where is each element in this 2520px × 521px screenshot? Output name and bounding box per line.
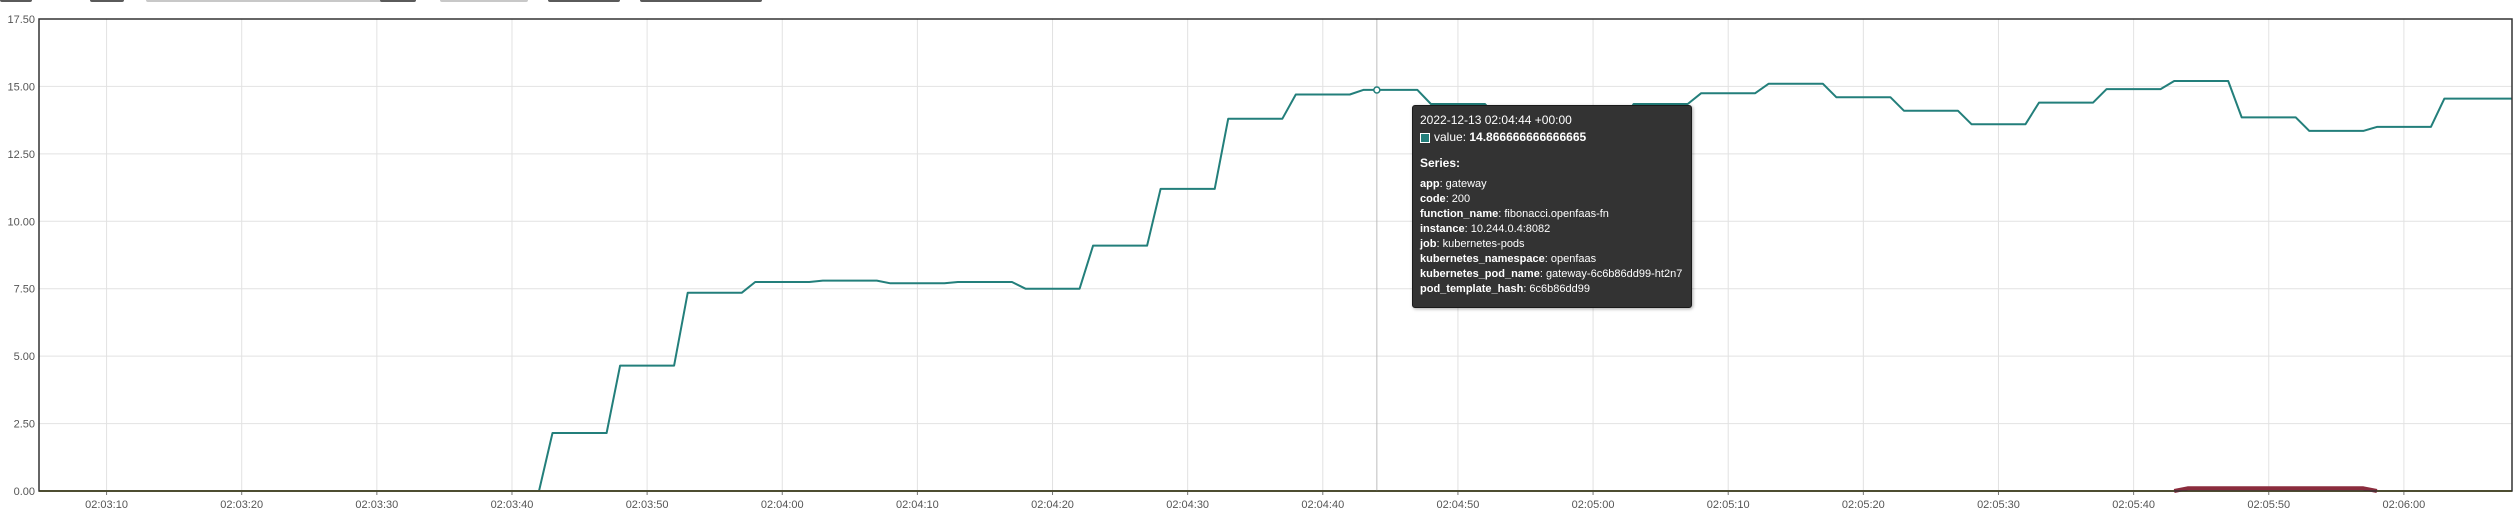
- tooltip-label-pod-template-hash: pod_template_hash: 6c6b86dd99: [1420, 282, 1684, 297]
- x-tick-label: 02:03:20: [220, 499, 263, 511]
- tooltip-label-kubernetes-pod-name: kubernetes_pod_name: gateway-6c6b86dd99-…: [1420, 267, 1684, 282]
- tooltip-label-value: : gateway: [1439, 178, 1487, 190]
- tooltip-label-app: app: gateway: [1420, 177, 1684, 192]
- x-tick-label: 02:03:30: [355, 499, 398, 511]
- tooltip-label-key: pod_template_hash: [1420, 283, 1524, 295]
- tooltip-label-key: job: [1420, 238, 1437, 250]
- x-tick-label: 02:06:00: [2382, 499, 2425, 511]
- tooltip-label-value: : kubernetes-pods: [1436, 238, 1525, 250]
- series-lines: [39, 80, 2512, 493]
- y-tick-label: 12.50: [7, 149, 35, 161]
- x-tick-label: 02:05:40: [2112, 499, 2155, 511]
- x-tick-label: 02:04:50: [1437, 499, 1480, 511]
- y-tick-label: 10.00: [7, 216, 35, 228]
- tooltip-label-job: job: kubernetes-pods: [1420, 237, 1684, 252]
- x-tick-label: 02:05:30: [1977, 499, 2020, 511]
- x-tick-label: 02:03:50: [626, 499, 669, 511]
- tooltip-label-value: : fibonacci.openfaas-fn: [1498, 208, 1609, 220]
- tooltip-label-value: : openfaas: [1544, 253, 1597, 265]
- graph-area[interactable]: 0.00 2.50 5.00 7.50 10.00 12.50 15.00 17.50 02:…: [0, 0, 2520, 521]
- tooltip-label-key: app: [1420, 178, 1440, 190]
- x-tick-label: 02:03:10: [85, 499, 128, 511]
- x-tick-label: 02:04:10: [896, 499, 939, 511]
- tooltip-series-title: Series:: [1420, 156, 1461, 170]
- series-color-swatch: [1420, 132, 1430, 143]
- tooltip-label-key: kubernetes_namespace: [1420, 253, 1545, 265]
- y-tick-label: 15.00: [7, 81, 35, 93]
- y-tick-label: 0.00: [14, 486, 35, 498]
- y-tick-label: 17.50: [7, 14, 35, 26]
- x-axis-ticks: 02:03:10 02:03:20 02:03:30 02:03:40 02:03:50…: [85, 491, 2425, 511]
- tooltip-label-key: code: [1420, 193, 1446, 205]
- hover-indicator: [1373, 19, 1381, 491]
- y-tick-label: 5.00: [14, 351, 35, 363]
- x-tick-label: 02:04:40: [1301, 499, 1344, 511]
- hover-tooltip: 2022-12-13 02:04:44 +00:00 value: 14.866…: [1412, 105, 1692, 308]
- series-line-1: [39, 80, 2512, 492]
- y-tick-label: 2.50: [14, 419, 35, 431]
- hover-point: [1373, 86, 1381, 94]
- tooltip-label-value: : gateway-6c6b86dd99-ht2n7: [1539, 268, 1683, 280]
- tooltip-label-function-name: function_name: fibonacci.openfaas-fn: [1420, 207, 1684, 222]
- x-tick-label: 02:04:30: [1166, 499, 1209, 511]
- tooltip-value-label: value:: [1434, 130, 1467, 144]
- x-tick-label: 02:05:20: [1842, 499, 1885, 511]
- y-axis-ticks: 0.00 2.50 5.00 7.50 10.00 12.50 15.00 17.50: [7, 14, 35, 498]
- tooltip-value: 14.866666666666665: [1469, 130, 1587, 144]
- tooltip-label-list: app: gateway code: 200 function_name: fibo…: [1420, 177, 1684, 297]
- tooltip-label-value: : 6c6b86dd99: [1523, 283, 1590, 295]
- tooltip-value-row: value: 14.866666666666665: [1420, 130, 1684, 145]
- x-tick-label: 02:05:50: [2247, 499, 2290, 511]
- tooltip-timestamp: 2022-12-13 02:04:44 +00:00: [1420, 113, 1572, 127]
- tooltip-label-code: code: 200: [1420, 192, 1684, 207]
- x-tick-label: 02:04:20: [1031, 499, 1074, 511]
- tooltip-label-key: function_name: [1420, 208, 1499, 220]
- x-tick-label: 02:04:00: [761, 499, 804, 511]
- x-tick-label: 02:05:00: [1572, 499, 1615, 511]
- tooltip-label-key: kubernetes_pod_name: [1420, 268, 1540, 280]
- tooltip-label-instance: instance: 10.244.0.4:8082: [1420, 222, 1684, 237]
- tooltip-label-kubernetes-namespace: kubernetes_namespace: openfaas: [1420, 252, 1684, 267]
- y-tick-label: 7.50: [14, 284, 35, 296]
- tooltip-label-key: instance: [1420, 223, 1465, 235]
- x-tick-label: 02:05:10: [1707, 499, 1750, 511]
- tooltip-label-value: : 10.244.0.4:8082: [1464, 223, 1551, 235]
- tooltip-label-value: : 200: [1445, 193, 1471, 205]
- x-tick-label: 02:03:40: [491, 499, 534, 511]
